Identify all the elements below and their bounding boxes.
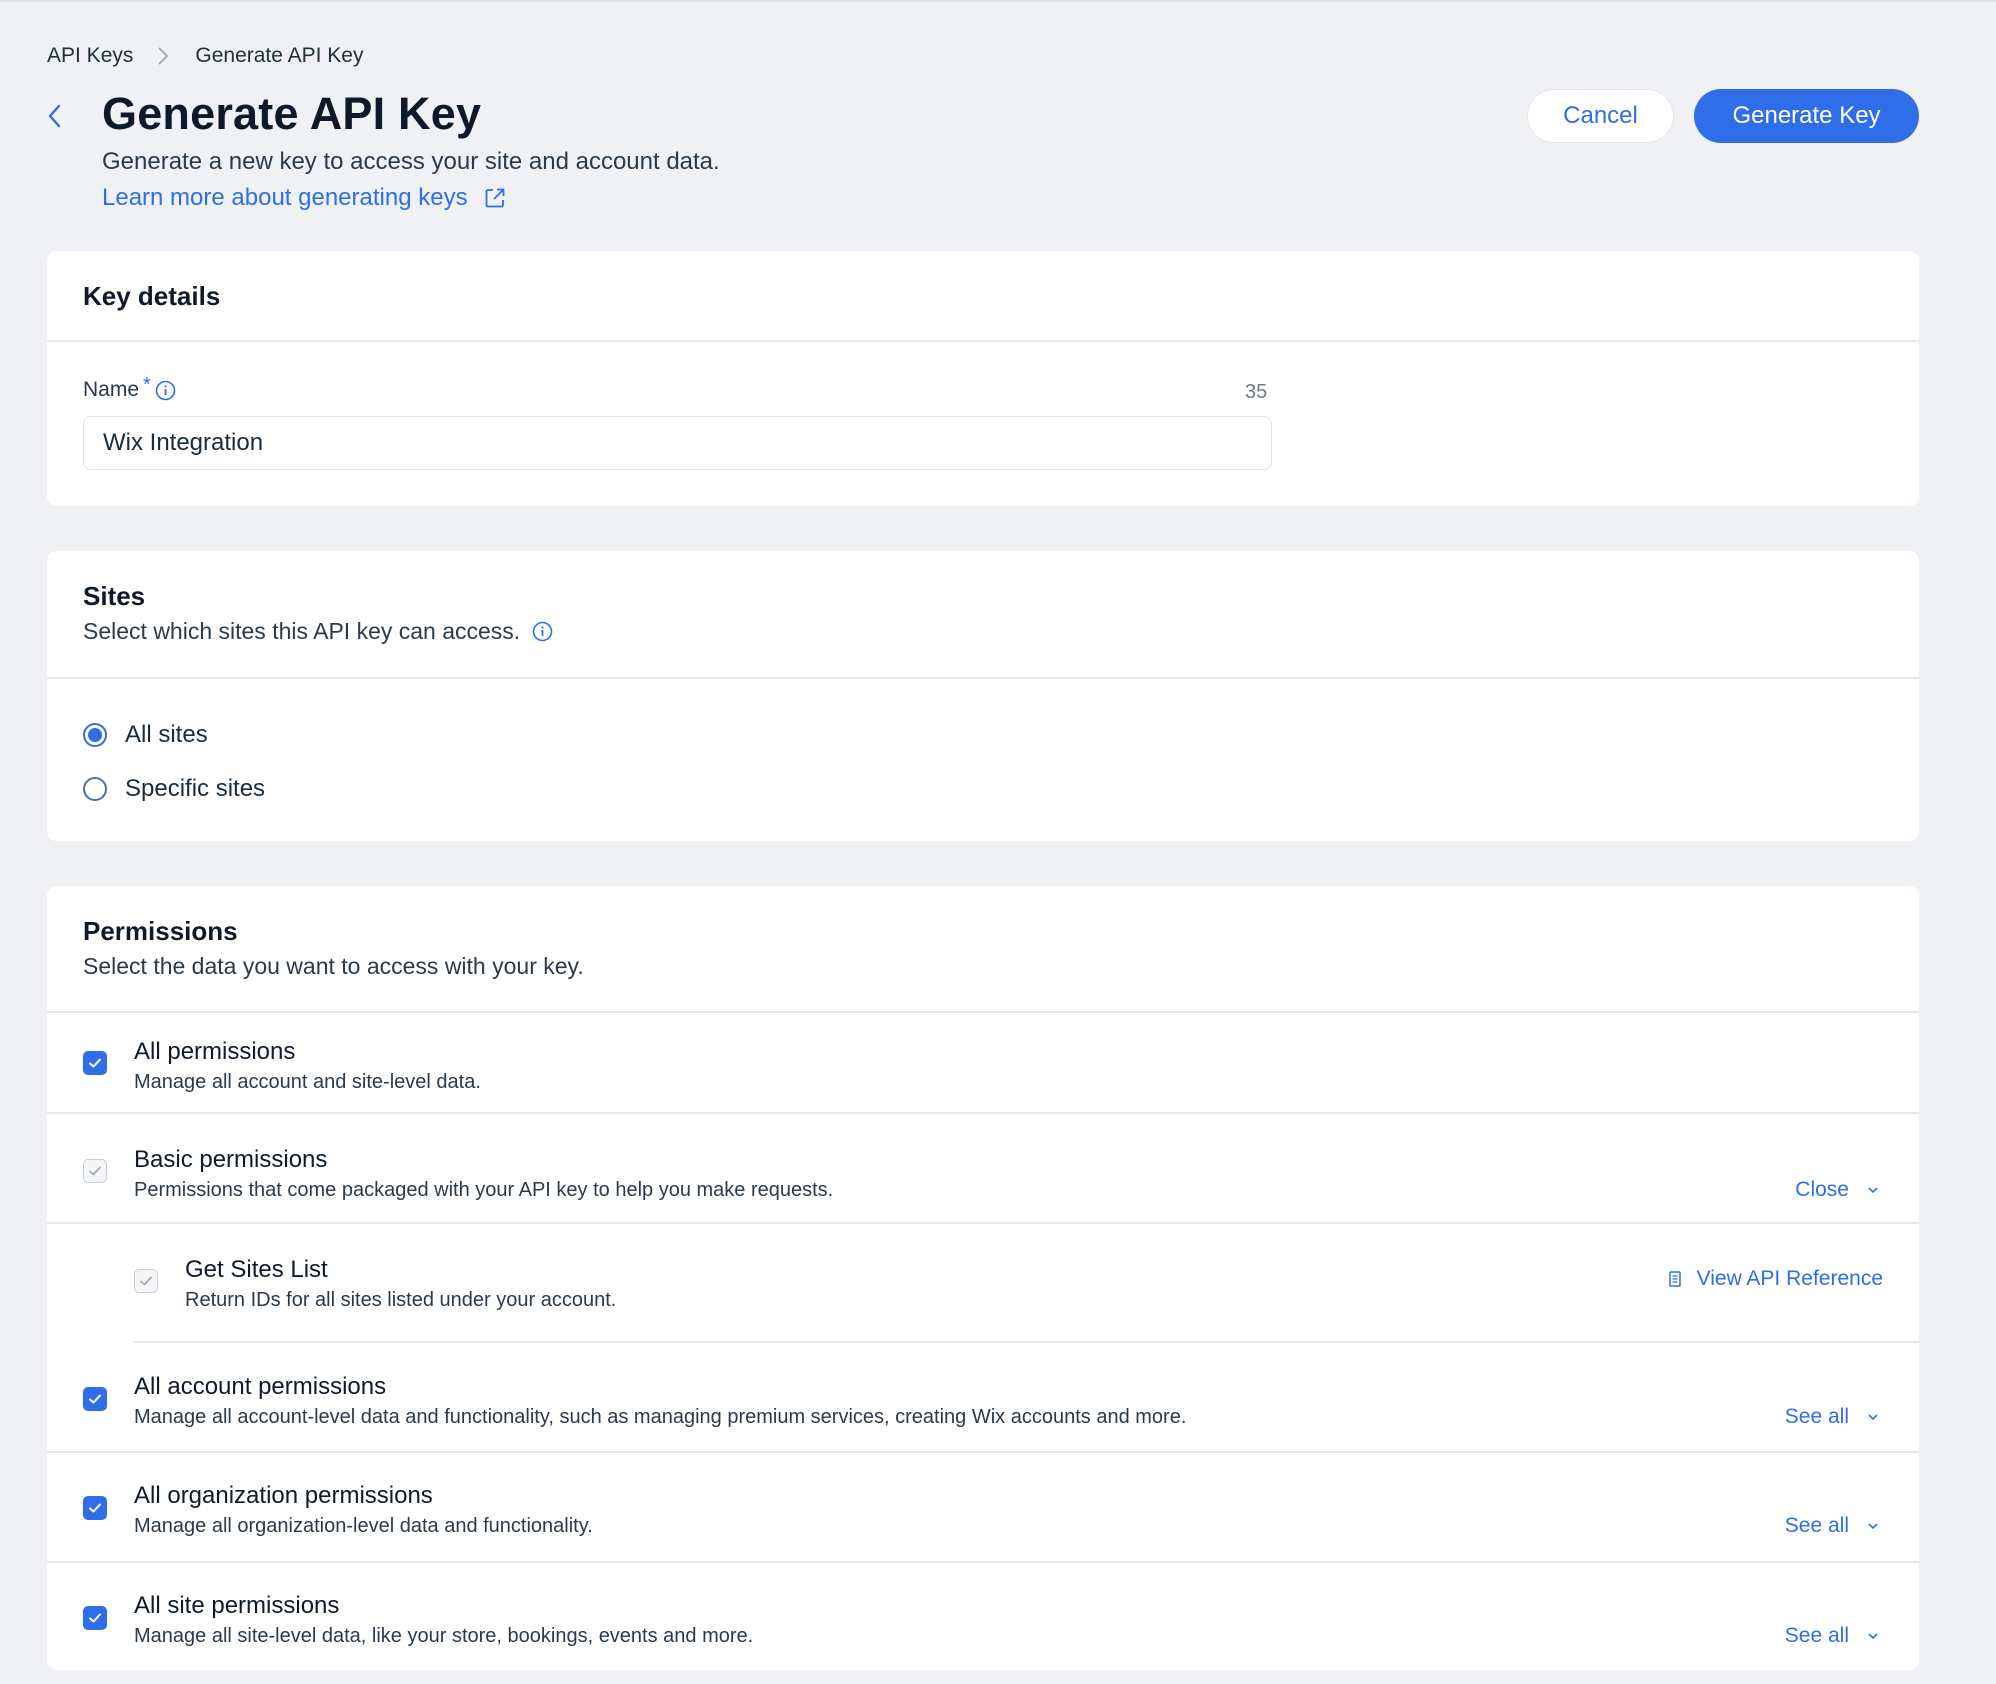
view-api-reference-label: View API Reference [1696,1267,1883,1290]
sites-subtitle-text: Select which sites this API key can acce… [83,618,521,644]
breadcrumb-item-api-keys[interactable]: API Keys [47,44,133,68]
breadcrumb-item-current: Generate API Key [195,44,364,67]
sites-card: Sites Select which sites this API key ca… [47,551,1919,841]
close-toggle[interactable]: Close [1795,1178,1879,1202]
permission-desc: Manage all site-level data, like your st… [134,1625,754,1647]
chevron-down-icon [1867,1186,1879,1194]
permission-row-organization: All organization permissions Manage all … [47,1453,1919,1561]
see-all-label: See all [1784,1405,1849,1428]
permission-row-basic: Basic permissions Permissions that come … [47,1114,1919,1222]
permission-title: All account permissions [134,1373,387,1400]
divider [47,340,1919,342]
permission-title: All site permissions [134,1592,340,1619]
chevron-down-icon [1867,1632,1879,1640]
top-border [0,0,1996,2]
permission-desc: Permissions that come packaged with your… [134,1179,834,1201]
permission-row-site: All site permissions Manage all site-lev… [47,1563,1919,1670]
required-asterisk: * [143,373,151,396]
document-icon [1668,1271,1681,1287]
learn-more-label: Learn more about generating keys [102,184,468,211]
see-all-toggle[interactable]: See all [1785,1405,1879,1429]
char-counter: 35 [1245,381,1268,403]
checkbox-checked[interactable] [83,1051,107,1075]
permission-row-all: All permissions Manage all account and s… [47,1013,1919,1112]
cancel-button[interactable]: Cancel [1527,89,1674,143]
name-input[interactable] [83,416,1272,470]
permission-desc: Manage all organization-level data and f… [134,1515,593,1537]
see-all-toggle[interactable]: See all [1785,1514,1879,1538]
sites-title: Sites [83,581,146,611]
chevron-down-icon [1867,1413,1879,1421]
chevron-right-icon [157,46,169,66]
key-details-title: Key details [83,281,221,311]
checkbox-disabled [83,1159,107,1183]
see-all-label: See all [1784,1624,1849,1647]
chevron-down-icon [1867,1522,1879,1530]
divider [47,677,1919,679]
checkbox-checked[interactable] [83,1496,107,1520]
page-title: Generate API Key [102,88,482,139]
checkbox-disabled [134,1269,158,1293]
permission-row-account: All account permissions Manage all accou… [47,1343,1919,1451]
see-all-toggle[interactable]: See all [1785,1624,1879,1648]
permission-title: Basic permissions [134,1146,328,1173]
breadcrumb: API Keys Generate API Key [47,44,363,68]
radio-all-sites[interactable]: All sites [83,721,208,749]
name-label-text: Name [83,378,140,401]
learn-more-link[interactable]: Learn more about generating keys [102,184,506,212]
radio-button[interactable] [83,777,107,801]
permissions-title: Permissions [83,916,238,946]
radio-label: All sites [125,721,208,748]
see-all-label: See all [1784,1514,1849,1537]
key-details-card: Key details Name * 35 [47,251,1919,506]
permission-desc: Manage all account-level data and functi… [134,1406,1187,1428]
permission-title: Get Sites List [185,1256,328,1283]
checkbox-checked[interactable] [83,1606,107,1630]
permission-title: All permissions [134,1038,296,1065]
back-arrow-icon[interactable] [47,102,67,130]
external-link-icon [484,187,506,209]
page-subtitle: Generate a new key to access your site a… [102,148,720,175]
radio-button-selected[interactable] [83,723,107,747]
close-toggle-label: Close [1795,1178,1849,1201]
permissions-card: Permissions Select the data you want to … [47,886,1919,1670]
permission-desc: Return IDs for all sites listed under yo… [185,1289,617,1311]
view-api-reference-link[interactable]: View API Reference [1668,1267,1883,1291]
info-icon[interactable] [532,621,553,642]
info-icon[interactable] [155,380,176,401]
generate-key-button[interactable]: Generate Key [1694,89,1919,143]
permission-desc: Manage all account and site-level data. [134,1071,481,1093]
checkbox-checked[interactable] [83,1387,107,1411]
radio-label: Specific sites [125,775,266,802]
permission-row-get-sites-list: Get Sites List Return IDs for all sites … [47,1224,1919,1341]
permission-title: All organization permissions [134,1482,433,1509]
radio-specific-sites[interactable]: Specific sites [83,775,265,803]
name-field-label: Name * [83,374,176,402]
permissions-subtitle: Select the data you want to access with … [83,953,584,979]
sites-subtitle: Select which sites this API key can acce… [83,618,553,645]
